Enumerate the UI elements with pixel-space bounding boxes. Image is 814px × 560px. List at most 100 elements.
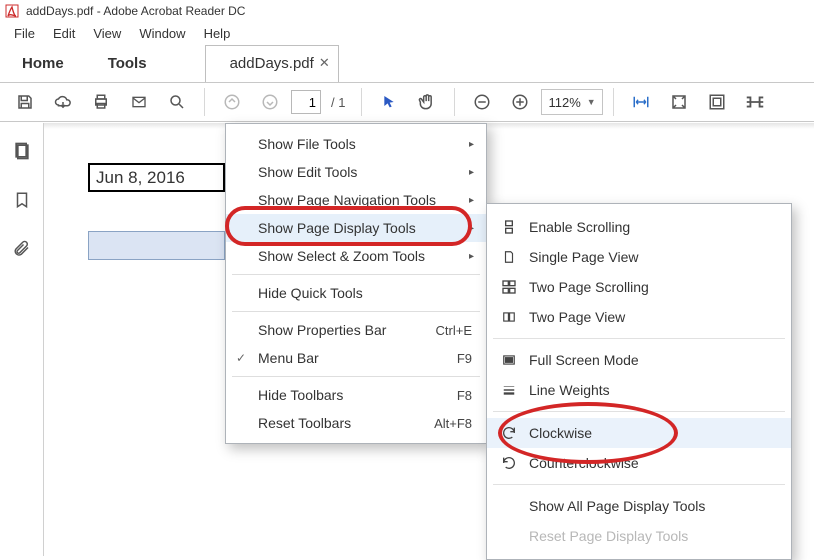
two-scroll-icon xyxy=(499,277,519,297)
submenu-arrow-icon: ▸ xyxy=(469,195,474,206)
rotate-cw-icon xyxy=(499,423,519,443)
save-icon[interactable] xyxy=(8,85,42,119)
mi-show-page-nav-tools[interactable]: Show Page Navigation Tools ▸ xyxy=(226,186,486,214)
page-total-label: / 1 xyxy=(325,95,351,110)
menu-separator xyxy=(493,411,785,412)
chevron-down-icon: ▼ xyxy=(587,97,596,107)
bookmark-icon[interactable] xyxy=(13,190,31,213)
search-icon[interactable] xyxy=(160,85,194,119)
si-line-weights[interactable]: Line Weights xyxy=(487,375,791,405)
separator xyxy=(204,88,205,116)
menu-edit[interactable]: Edit xyxy=(45,24,83,43)
mi-menu-bar[interactable]: ✓ Menu Bar F9 xyxy=(226,344,486,372)
si-reset-page-display: Reset Page Display Tools xyxy=(487,521,791,551)
two-page-icon xyxy=(499,307,519,327)
si-two-page-scrolling[interactable]: Two Page Scrolling xyxy=(487,272,791,302)
tab-row: Home Tools addDays.pdf ✕ xyxy=(0,44,814,82)
menu-separator xyxy=(493,484,785,485)
si-full-screen-mode[interactable]: Full Screen Mode xyxy=(487,345,791,375)
submenu-arrow-icon: ▸ xyxy=(469,139,474,150)
menu-bar: File Edit View Window Help xyxy=(0,22,814,44)
si-label: Reset Page Display Tools xyxy=(529,528,688,544)
si-label: Single Page View xyxy=(529,249,638,265)
more-tools-icon[interactable] xyxy=(738,85,772,119)
acrobat-icon xyxy=(4,3,20,19)
fullscreen-icon xyxy=(499,350,519,370)
page-up-icon[interactable] xyxy=(215,85,249,119)
close-icon[interactable]: ✕ xyxy=(319,55,330,71)
check-icon: ✓ xyxy=(236,351,246,365)
separator xyxy=(454,88,455,116)
si-single-page-view[interactable]: Single Page View xyxy=(487,242,791,272)
zoom-out-icon[interactable] xyxy=(465,85,499,119)
si-two-page-view[interactable]: Two Page View xyxy=(487,302,791,332)
page-number-input[interactable] xyxy=(291,90,321,114)
attachment-icon[interactable] xyxy=(13,239,31,262)
mi-show-file-tools[interactable]: Show File Tools▸ xyxy=(226,130,486,158)
si-label: Line Weights xyxy=(529,382,610,398)
mi-label: Show Page Navigation Tools xyxy=(258,192,436,208)
mi-reset-toolbars[interactable]: Reset Toolbars Alt+F8 xyxy=(226,409,486,437)
si-label: Two Page View xyxy=(529,309,625,325)
mail-icon[interactable] xyxy=(122,85,156,119)
cloud-icon[interactable] xyxy=(46,85,80,119)
mi-show-page-display-tools[interactable]: Show Page Display Tools▸ xyxy=(226,214,486,242)
hand-icon[interactable] xyxy=(410,85,444,119)
si-rotate-counterclockwise[interactable]: Counterclockwise xyxy=(487,448,791,478)
mi-show-select-zoom-tools[interactable]: Show Select & Zoom Tools▸ xyxy=(226,242,486,270)
fit-page-icon[interactable] xyxy=(662,85,696,119)
menu-separator xyxy=(232,376,480,377)
separator xyxy=(361,88,362,116)
single-page-icon xyxy=(499,247,519,267)
si-label: Clockwise xyxy=(529,425,592,441)
submenu-arrow-icon: ▸ xyxy=(469,167,474,178)
form-field-empty[interactable] xyxy=(88,231,225,260)
print-icon[interactable] xyxy=(84,85,118,119)
mi-label: Show Select & Zoom Tools xyxy=(258,248,425,264)
shortcut-label: F9 xyxy=(457,351,472,366)
mi-label: Reset Toolbars xyxy=(258,415,351,431)
tab-home[interactable]: Home xyxy=(0,46,86,82)
menu-separator xyxy=(493,338,785,339)
shortcut-label: Alt+F8 xyxy=(434,416,472,431)
mi-hide-quick-tools[interactable]: Hide Quick Tools xyxy=(226,279,486,307)
si-label: Full Screen Mode xyxy=(529,352,639,368)
si-label: Two Page Scrolling xyxy=(529,279,649,295)
si-enable-scrolling[interactable]: Enable Scrolling xyxy=(487,212,791,242)
shortcut-label: Ctrl+E xyxy=(436,323,472,338)
rotate-ccw-icon xyxy=(499,453,519,473)
tab-tools[interactable]: Tools xyxy=(86,46,169,82)
menu-window[interactable]: Window xyxy=(131,24,193,43)
zoom-value: 112% xyxy=(548,95,580,110)
window-title: addDays.pdf - Adobe Acrobat Reader DC xyxy=(26,4,245,18)
mi-show-edit-tools[interactable]: Show Edit Tools ▸ xyxy=(226,158,486,186)
pointer-icon[interactable] xyxy=(372,85,406,119)
si-show-all-page-display[interactable]: Show All Page Display Tools xyxy=(487,491,791,521)
menu-separator xyxy=(232,311,480,312)
mi-label: Show Edit Tools xyxy=(258,164,357,180)
mi-label: Menu Bar xyxy=(258,350,319,366)
menu-separator xyxy=(232,274,480,275)
si-label: Show All Page Display Tools xyxy=(529,498,705,514)
menu-view[interactable]: View xyxy=(85,24,129,43)
tab-document-label: addDays.pdf xyxy=(230,55,314,72)
shortcut-label: F8 xyxy=(457,388,472,403)
page-down-icon[interactable] xyxy=(253,85,287,119)
toolbar-context-menu: Show File Tools▸ Show Edit Tools ▸ Show P… xyxy=(225,123,487,444)
date-field[interactable]: Jun 8, 2016 xyxy=(88,163,225,192)
mi-show-properties-bar[interactable]: Show Properties BarCtrl+E xyxy=(226,316,486,344)
si-rotate-clockwise[interactable]: Clockwise xyxy=(487,418,791,448)
thumbnails-icon[interactable] xyxy=(12,141,32,164)
mi-label: Hide Quick Tools xyxy=(258,285,363,301)
menu-help[interactable]: Help xyxy=(196,24,239,43)
submenu-arrow-icon: ▸ xyxy=(469,223,474,234)
menu-file[interactable]: File xyxy=(6,24,43,43)
left-sidebar xyxy=(0,123,44,556)
mi-hide-toolbars[interactable]: Hide ToolbarsF8 xyxy=(226,381,486,409)
fullscreen-icon[interactable] xyxy=(700,85,734,119)
fit-width-icon[interactable] xyxy=(624,85,658,119)
zoom-in-icon[interactable] xyxy=(503,85,537,119)
tab-document[interactable]: addDays.pdf ✕ xyxy=(205,45,339,82)
zoom-select[interactable]: 112% ▼ xyxy=(541,89,602,115)
si-label: Enable Scrolling xyxy=(529,219,630,235)
